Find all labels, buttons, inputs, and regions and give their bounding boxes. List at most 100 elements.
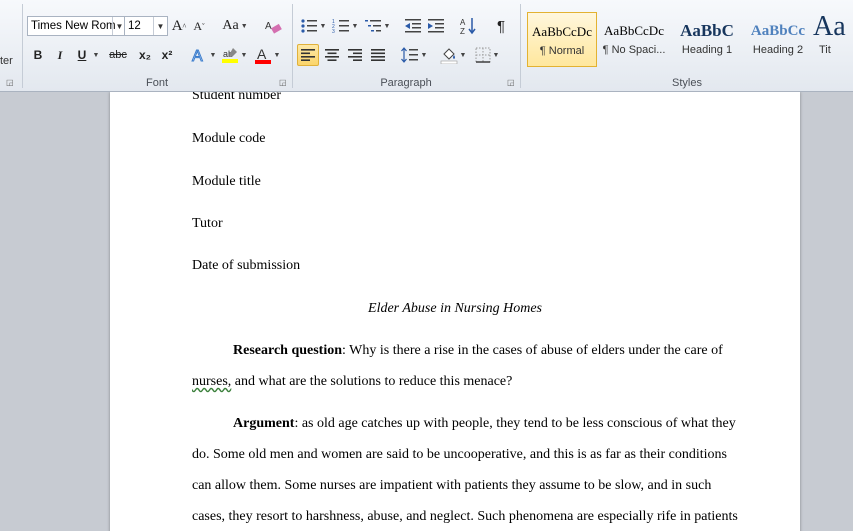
research-question-text: and what are the solutions to reduce thi… [231, 374, 513, 389]
numbered-list-icon: 123 [332, 19, 349, 34]
justify-icon [371, 49, 385, 61]
chevron-down-icon: ▼ [351, 22, 359, 30]
chevron-down-icon: ▼ [492, 51, 500, 59]
svg-text:A: A [192, 48, 203, 64]
bullets-button[interactable]: ▼ [299, 16, 327, 36]
date-of-submission-line[interactable]: Date of submission [192, 258, 300, 274]
decrease-indent-button[interactable] [403, 16, 423, 36]
font-color-button[interactable]: A ▼ [253, 45, 281, 65]
styles-group-label: Styles [672, 77, 702, 89]
shading-button[interactable]: ▼ [439, 45, 467, 65]
chevron-down-icon: ▼ [209, 51, 217, 59]
subscript-button[interactable]: x₂ [135, 45, 155, 65]
superscript-button[interactable]: x² [157, 45, 177, 65]
change-case-button[interactable]: Aa ▼ [220, 16, 250, 36]
style-name: Tit [819, 44, 831, 56]
change-case-glyph: Aa [222, 18, 239, 33]
style-heading-2[interactable]: AaBbCc Heading 2 [743, 12, 813, 67]
underline-button[interactable]: U [73, 45, 91, 65]
chevron-down-icon: ▼ [273, 51, 281, 59]
style-name: ¶ Normal [539, 45, 585, 57]
multilevel-list-icon [364, 20, 381, 32]
font-color-icon: A [254, 46, 271, 64]
italic-button[interactable]: I [51, 45, 69, 65]
style-heading-1[interactable]: AaBbC Heading 1 [672, 12, 742, 67]
styles-group: AaBbCcDc ¶ Normal AaBbCcDc ¶ No Spaci...… [521, 0, 853, 91]
style-title[interactable]: Aa Tit [813, 12, 853, 67]
align-left-icon [301, 49, 315, 61]
style-name: Heading 1 [681, 44, 733, 56]
argument-line-2[interactable]: do. Some old men and women are said to b… [192, 447, 727, 463]
borders-button[interactable]: ▼ [473, 45, 501, 65]
bullet-list-icon [300, 19, 317, 33]
align-left-button[interactable] [297, 44, 319, 66]
document-area[interactable]: Student number Module code Module title … [0, 92, 853, 531]
format-painter-label[interactable]: ter [0, 55, 13, 67]
svg-text:A: A [460, 18, 466, 27]
clear-formatting-icon: A [265, 21, 282, 34]
document-page[interactable]: Student number Module code Module title … [110, 92, 800, 531]
style-normal[interactable]: AaBbCcDc ¶ Normal [527, 12, 597, 67]
clipboard-group: ter ◲ [0, 0, 20, 91]
shrink-font-button[interactable]: Aˇ [190, 16, 208, 36]
argument-line-3[interactable]: can allow them. Some nurses are impatien… [192, 478, 711, 494]
paragraph-group-label: Paragraph [380, 77, 432, 89]
line-spacing-button[interactable]: ▼ [400, 45, 428, 65]
shrink-font-glyph: A [193, 18, 202, 33]
font-name-combo[interactable]: Times New Rom ▼ [27, 16, 127, 36]
module-title-line[interactable]: Module title [192, 174, 261, 190]
clipboard-launcher-icon[interactable]: ◲ [6, 79, 14, 87]
chevron-down-icon[interactable]: ▼ [153, 17, 167, 35]
numbering-button[interactable]: 1 2 3 ▼ [331, 16, 359, 36]
font-group-label: Font [145, 77, 168, 89]
chevron-down-icon: ▼ [383, 22, 391, 30]
underline-dropdown[interactable]: ▼ [90, 45, 100, 65]
chevron-down-icon: ▼ [459, 51, 467, 59]
font-group: Times New Rom ▼ 12 ▼ A ^ Aˇ Aa ▼ A B I U ▼… [23, 0, 291, 91]
increase-indent-icon [428, 19, 444, 33]
decrease-indent-icon [405, 19, 421, 33]
style-name: Heading 2 [752, 44, 804, 56]
chevron-down-icon: ▼ [240, 51, 248, 59]
paragraph-launcher-icon[interactable]: ◲ [507, 79, 515, 87]
argument-line-4[interactable]: cases, they resort to harshness, abuse, … [192, 509, 738, 525]
svg-text:A: A [265, 21, 272, 32]
paragraph-group: ▼ 1 2 3 ▼ ▼ AZ ¶ ▼ ▼ ▼ Paragraph ◲ [293, 0, 519, 91]
research-question-text: : Why is there a rise in the cases of ab… [342, 343, 723, 358]
argument-line-1[interactable]: Argument: as old age catches up with peo… [233, 416, 736, 432]
style-name: ¶ No Spaci... [602, 44, 666, 56]
clear-formatting-button[interactable]: A [263, 16, 283, 36]
research-question-line-2[interactable]: nurses, and what are the solutions to re… [192, 374, 512, 390]
line-spacing-icon [400, 47, 418, 63]
font-size-combo[interactable]: 12 ▼ [124, 16, 168, 36]
style-preview: AaBbCcDc [604, 23, 664, 38]
chevron-down-icon: ▼ [420, 51, 428, 59]
grammar-flagged-word[interactable]: nurses, [192, 374, 231, 389]
ribbon: ter ◲ Times New Rom ▼ 12 ▼ A ^ Aˇ Aa ▼ A B… [0, 0, 853, 92]
chevron-down-icon: ▼ [240, 22, 248, 30]
essay-title[interactable]: Elder Abuse in Nursing Homes [192, 301, 718, 317]
multilevel-list-button[interactable]: ▼ [363, 16, 391, 36]
text-effects-button[interactable]: A ▼ [189, 45, 217, 65]
show-formatting-marks-button[interactable]: ¶ [491, 16, 511, 36]
strikethrough-button[interactable]: abc [105, 45, 131, 65]
increase-indent-button[interactable] [426, 16, 446, 36]
module-code-line[interactable]: Module code [192, 131, 265, 147]
font-name-value: Times New Rom [31, 20, 116, 32]
sort-button[interactable]: AZ [459, 16, 479, 36]
justify-button[interactable] [368, 45, 388, 65]
borders-icon [475, 47, 491, 63]
grow-font-button[interactable]: A ^ [170, 16, 188, 36]
align-center-button[interactable] [322, 45, 342, 65]
student-number-line[interactable]: Student number [192, 92, 281, 104]
highlight-button[interactable]: ab ▼ [220, 45, 248, 65]
research-question-line-1[interactable]: Research question: Why is there a rise i… [233, 343, 723, 359]
tutor-line[interactable]: Tutor [192, 216, 223, 232]
sort-az-icon: AZ [460, 18, 476, 35]
font-launcher-icon[interactable]: ◲ [279, 79, 287, 87]
style-preview: AaBbCcDc [532, 24, 592, 39]
align-right-button[interactable] [345, 45, 365, 65]
argument-text: : as old age catches up with people, the… [294, 416, 736, 431]
bold-button[interactable]: B [29, 45, 47, 65]
style-no-spacing[interactable]: AaBbCcDc ¶ No Spaci... [599, 12, 669, 67]
